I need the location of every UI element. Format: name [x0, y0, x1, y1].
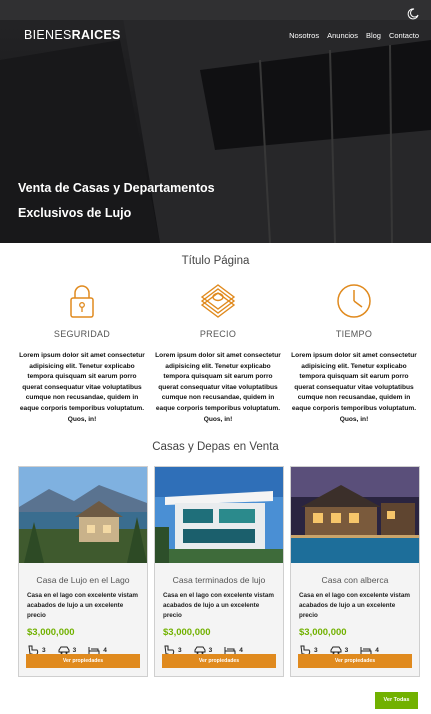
brand-light: BIENES [24, 28, 72, 42]
brand-bold: RAICES [71, 28, 121, 42]
property-description: Casa en el lago con excelente vistam aca… [299, 592, 410, 619]
wc-count: 3 [42, 646, 46, 654]
wc-count: 3 [314, 646, 318, 654]
rooms-count: 4 [239, 646, 243, 654]
property-image [155, 467, 283, 563]
feature-title: TIEMPO [335, 329, 373, 339]
view-all-button[interactable]: Ver Todas [375, 692, 418, 709]
nav-link-nosotros[interactable]: Nosotros [289, 31, 319, 40]
hero-title: Venta de Casas y Departamentos Exclusivo… [18, 176, 278, 226]
property-image [291, 467, 419, 563]
rooms-count: 4 [375, 646, 379, 654]
feature-title: SEGURIDAD [53, 329, 111, 339]
hero-title-line1: Venta de Casas y Departamentos [18, 181, 215, 195]
nav-link-blog[interactable]: Blog [366, 31, 381, 40]
view-property-button[interactable]: Ver propiedades [26, 654, 140, 668]
hero-header: BIENESRAICES Nosotros Anuncios Blog Cont… [0, 0, 431, 243]
feature-title: PRECIO [199, 329, 237, 339]
property-card: Casa terminados de lujo Casa en el lago … [154, 466, 284, 677]
nav-link-anuncios[interactable]: Anuncios [327, 31, 358, 40]
money-icon [200, 284, 236, 318]
view-property-button[interactable]: Ver propiedades [298, 654, 412, 668]
property-price: $3,000,000 [299, 627, 347, 638]
feature-tiempo: TIEMPO Lorem ipsum dolor sit amet consec… [289, 281, 419, 425]
rooms-count: 4 [103, 646, 107, 654]
parking-count: 3 [344, 646, 349, 654]
property-card: Casa de Lujo en el Lago Casa en el lago … [18, 466, 148, 677]
clock-icon [337, 284, 371, 318]
property-title: Casa de Lujo en el Lago [36, 575, 130, 585]
feature-precio: PRECIO Lorem ipsum dolor sit amet consec… [153, 281, 283, 425]
feature-text: Lorem ipsum dolor sit amet consectetur a… [155, 352, 281, 423]
main-nav: Nosotros Anuncios Blog Contacto [289, 31, 419, 40]
brand-logo[interactable]: BIENESRAICES [24, 28, 121, 42]
feature-text: Lorem ipsum dolor sit amet consectetur a… [291, 352, 417, 423]
view-property-button[interactable]: Ver propiedades [162, 654, 276, 668]
property-price: $3,000,000 [27, 627, 75, 638]
nav-link-contacto[interactable]: Contacto [389, 31, 419, 40]
parking-count: 3 [208, 646, 213, 654]
feature-text: Lorem ipsum dolor sit amet consectetur a… [19, 352, 145, 423]
moon-icon[interactable] [407, 8, 419, 20]
wc-count: 3 [178, 646, 182, 654]
property-title: Casa con alberca [321, 575, 389, 585]
property-card: Casa con alberca Casa en el lago con exc… [290, 466, 420, 677]
hero-title-line2: Exclusivos de Lujo [18, 206, 132, 220]
listings-title: Casas y Depas en Venta [152, 441, 279, 453]
lock-icon [70, 285, 94, 318]
feature-seguridad: SEGURIDAD Lorem ipsum dolor sit amet con… [17, 281, 147, 425]
property-description: Casa en el lago con excelente vistam aca… [27, 592, 138, 619]
property-title: Casa terminados de lujo [172, 575, 266, 585]
parking-count: 3 [72, 646, 77, 654]
property-price: $3,000,000 [163, 627, 211, 638]
property-image [19, 467, 147, 563]
property-description: Casa en el lago con excelente vistam aca… [163, 592, 274, 619]
features-title: Título Página [181, 255, 250, 267]
